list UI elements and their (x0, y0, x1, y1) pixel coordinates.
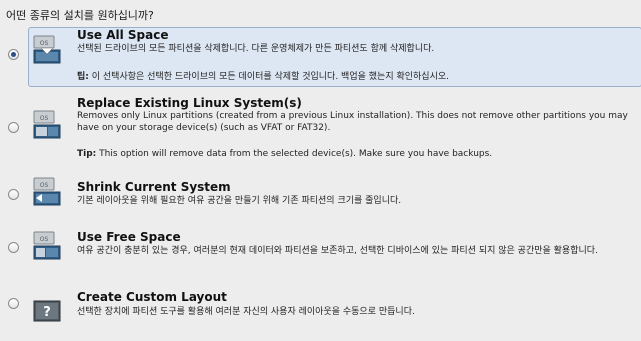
disk-free-space-icon: OS (33, 231, 61, 260)
option-replace-linux[interactable]: OS Replace Existing Linux System(s) Remo… (8, 96, 638, 162)
disk-shrink-icon: OS (33, 177, 61, 206)
option-title: Use Free Space (77, 230, 181, 244)
option-description: 여유 공간이 충분히 있는 경우, 여러분의 현재 데이터와 파티션을 보존하고… (77, 246, 598, 256)
option-description: Removes only Linux partitions (created f… (77, 111, 628, 133)
option-shrink-current[interactable]: OS Shrink Current System 기본 레이아웃을 위해 필요한… (8, 177, 638, 219)
radio-shrink-current[interactable] (8, 189, 19, 200)
option-title: Replace Existing Linux System(s) (77, 96, 302, 110)
os-label: OS (40, 182, 49, 189)
option-use-free-space[interactable]: OS Use Free Space 여유 공간이 충분히 있는 경우, 여러분의… (8, 230, 638, 275)
os-label: OS (40, 115, 49, 122)
option-description: 선택된 드라이브의 모든 파티션을 삭제합니다. 다른 운영체제가 만든 파티션… (77, 44, 435, 54)
radio-use-all-space[interactable] (8, 49, 19, 60)
tip-label: Tip: (77, 149, 97, 159)
option-tip: 팁: 이 선택사항은 선택한 드라이브의 모든 데이터를 삭제할 것입니다. 백… (77, 69, 449, 82)
option-create-custom[interactable]: ? Create Custom Layout 선택한 장치에 파티션 도구를 활… (8, 290, 638, 326)
radio-create-custom[interactable] (8, 298, 19, 309)
option-tip: Tip: This option will remove data from t… (77, 149, 492, 159)
option-description: 기본 레이아웃을 위해 필요한 여유 공간을 만들기 위해 기존 파티션의 크기… (77, 196, 402, 206)
tip-label: 팁: (77, 72, 89, 82)
disk-all-space-icon: OS (33, 35, 61, 64)
install-type-question: 어떤 종류의 설치를 원하십니까? (6, 9, 154, 22)
option-title: Shrink Current System (77, 180, 231, 194)
option-use-all-space[interactable]: OS Use All Space 선택된 드라이브의 모든 파티션을 삭제합니다… (8, 27, 641, 91)
tip-text: This option will remove data from the se… (96, 149, 493, 159)
os-label: OS (40, 40, 49, 47)
custom-label: ? (43, 305, 51, 320)
tip-text: 이 선택사항은 선택한 드라이브의 모든 데이터를 삭제할 것입니다. 백업을 … (88, 72, 450, 82)
custom-layout-icon: ? (33, 300, 61, 322)
radio-replace-linux[interactable] (8, 122, 19, 133)
option-description: 선택한 장치에 파티션 도구를 활용해 여러분 자신의 사용자 레이아웃을 수동… (77, 307, 415, 317)
radio-use-free-space[interactable] (8, 242, 19, 253)
os-label: OS (40, 236, 49, 243)
disk-replace-linux-icon: OS (33, 110, 61, 139)
option-title: Use All Space (77, 28, 169, 42)
option-title: Create Custom Layout (77, 290, 227, 304)
